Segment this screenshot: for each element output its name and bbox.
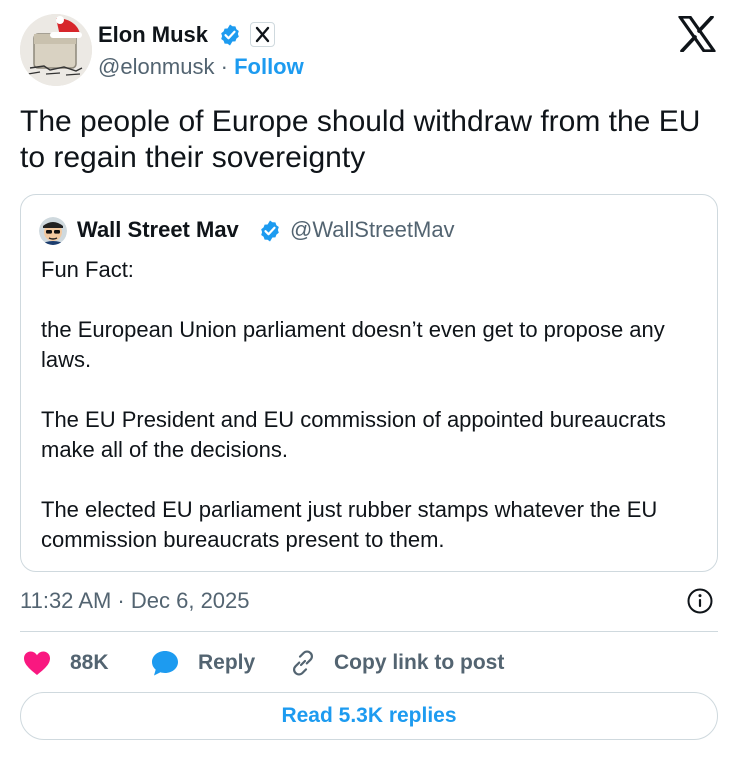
heart-icon bbox=[24, 651, 50, 675]
santa-hat-avatar-icon bbox=[20, 14, 92, 86]
follow-link[interactable]: Follow bbox=[234, 54, 304, 79]
embedded-post: Elon Musk @elonmusk · Follow The people … bbox=[0, 0, 736, 760]
quote-author-handle: @WallStreetMav bbox=[290, 217, 455, 242]
copy-link-button[interactable]: Copy link to post bbox=[288, 646, 504, 680]
divider bbox=[20, 631, 718, 632]
link-icon bbox=[293, 650, 313, 676]
copy-link-label: Copy link to post bbox=[334, 651, 505, 674]
info-icon[interactable] bbox=[686, 587, 714, 615]
reply-label: Reply bbox=[198, 651, 256, 674]
author-name[interactable]: Elon Musk bbox=[98, 20, 208, 50]
x-affiliate-badge-icon bbox=[250, 22, 275, 47]
like-count: 88K bbox=[70, 651, 109, 674]
separator-dot: · bbox=[220, 54, 235, 79]
post-timestamp[interactable]: 11:32 AM · Dec 6, 2025 bbox=[20, 586, 250, 616]
verified-badge-icon bbox=[221, 24, 239, 46]
quote-paragraph: The elected EU parliament just rubber st… bbox=[41, 497, 658, 552]
quote-author-name: Wall Street Mav bbox=[77, 217, 239, 242]
quote-paragraph: the European Union parliament doesn’t ev… bbox=[41, 317, 665, 372]
wall-street-mav-avatar-icon bbox=[39, 217, 67, 245]
quote-verified-badge-icon bbox=[261, 220, 279, 242]
quote-paragraph: The EU President and EU commission of ap… bbox=[41, 407, 666, 462]
quote-text: Fun Fact: the European Union parliament … bbox=[41, 255, 701, 555]
reply-button[interactable]: Reply bbox=[150, 646, 255, 680]
read-replies-button[interactable]: Read 5.3K replies bbox=[20, 692, 718, 740]
quote-author-avatar bbox=[39, 217, 67, 245]
quote-paragraph: Fun Fact: bbox=[41, 257, 134, 282]
reply-bubble-icon bbox=[152, 651, 178, 676]
post-text: The people of Europe should withdraw fro… bbox=[20, 105, 701, 174]
quoted-post[interactable]: Wall Street Mav @WallStreetMav Fun Fact:… bbox=[20, 194, 718, 572]
author-avatar[interactable] bbox=[20, 14, 92, 86]
x-logo-icon[interactable] bbox=[678, 16, 716, 52]
author-handle-row: @elonmusk · Follow bbox=[98, 52, 304, 82]
like-button[interactable]: 88K bbox=[22, 646, 109, 680]
author-handle[interactable]: @elonmusk bbox=[98, 54, 215, 79]
